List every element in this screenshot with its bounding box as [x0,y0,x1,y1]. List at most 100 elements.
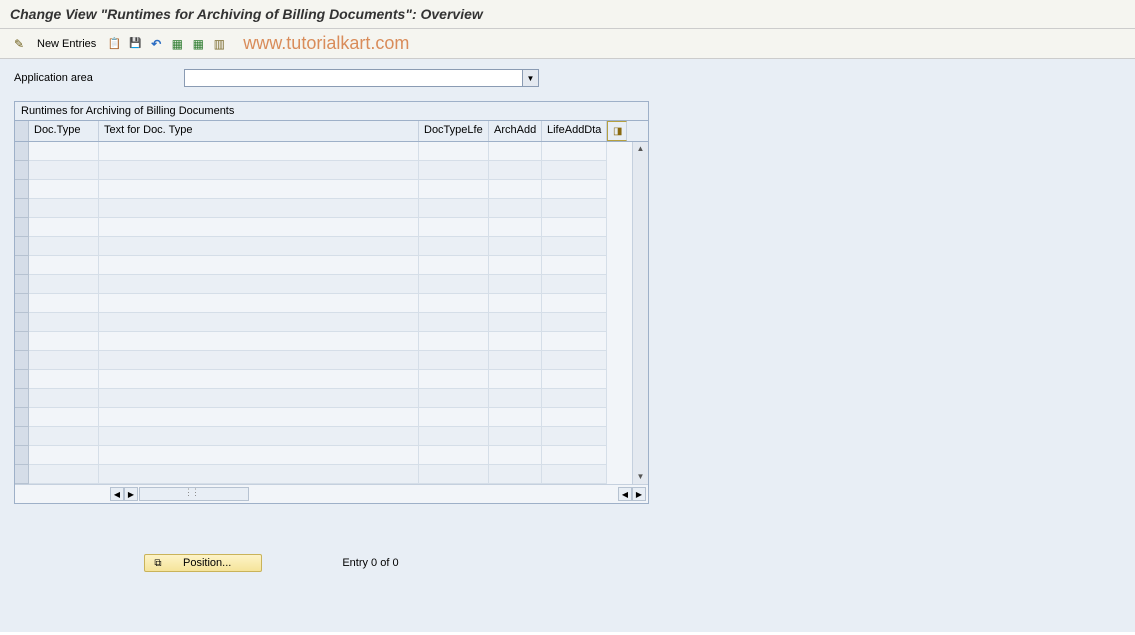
cell-archadd[interactable] [489,351,542,370]
scroll-thumb[interactable] [139,487,249,501]
col-archadd[interactable]: ArchAdd [489,121,542,141]
row-selector[interactable] [15,446,29,465]
cell-doctype[interactable] [29,199,99,218]
cell-doctype[interactable] [29,142,99,161]
cell-archadd[interactable] [489,465,542,484]
select-all-icon[interactable] [168,35,186,53]
cell-text[interactable] [99,465,419,484]
row-selector[interactable] [15,313,29,332]
col-doctype[interactable]: Doc.Type [29,121,99,141]
cell-archadd[interactable] [489,142,542,161]
cell-doctype[interactable] [29,389,99,408]
new-entries-button[interactable]: New Entries [31,36,102,52]
cell-doctypelfe[interactable] [419,161,489,180]
cell-archadd[interactable] [489,389,542,408]
cell-archadd[interactable] [489,427,542,446]
change-icon[interactable] [10,35,28,53]
cell-lifeadddta[interactable] [542,256,607,275]
table-row[interactable] [15,142,632,161]
row-selector[interactable] [15,218,29,237]
table-row[interactable] [15,275,632,294]
cell-lifeadddta[interactable] [542,408,607,427]
cell-doctype[interactable] [29,351,99,370]
save-icon[interactable] [126,35,144,53]
cell-text[interactable] [99,142,419,161]
table-row[interactable] [15,313,632,332]
select-block-icon[interactable] [189,35,207,53]
cell-doctypelfe[interactable] [419,351,489,370]
cell-lifeadddta[interactable] [542,446,607,465]
cell-archadd[interactable] [489,294,542,313]
cell-archadd[interactable] [489,256,542,275]
cell-archadd[interactable] [489,313,542,332]
cell-doctypelfe[interactable] [419,465,489,484]
cell-doctypelfe[interactable] [419,294,489,313]
col-doctypelfe[interactable]: DocTypeLfe [419,121,489,141]
row-selector[interactable] [15,294,29,313]
row-selector[interactable] [15,389,29,408]
cell-doctypelfe[interactable] [419,256,489,275]
undo-icon[interactable] [147,35,165,53]
cell-archadd[interactable] [489,199,542,218]
cell-lifeadddta[interactable] [542,370,607,389]
col-text[interactable]: Text for Doc. Type [99,121,419,141]
cell-archadd[interactable] [489,275,542,294]
cell-doctype[interactable] [29,180,99,199]
cell-lifeadddta[interactable] [542,465,607,484]
cell-archadd[interactable] [489,408,542,427]
cell-doctype[interactable] [29,237,99,256]
cell-text[interactable] [99,408,419,427]
table-row[interactable] [15,180,632,199]
cell-lifeadddta[interactable] [542,237,607,256]
scroll-left-icon[interactable]: ◀ [110,487,124,501]
row-selector[interactable] [15,199,29,218]
table-row[interactable] [15,427,632,446]
row-selector[interactable] [15,465,29,484]
cell-doctype[interactable] [29,256,99,275]
cell-lifeadddta[interactable] [542,161,607,180]
cell-doctypelfe[interactable] [419,370,489,389]
table-row[interactable] [15,465,632,484]
table-config-icon[interactable] [607,121,627,141]
scroll-left-end-icon[interactable]: ◀ [618,487,632,501]
cell-lifeadddta[interactable] [542,275,607,294]
cell-text[interactable] [99,389,419,408]
cell-archadd[interactable] [489,370,542,389]
deselect-all-icon[interactable] [210,35,228,53]
cell-doctypelfe[interactable] [419,427,489,446]
table-row[interactable] [15,256,632,275]
cell-doctypelfe[interactable] [419,180,489,199]
copy-icon[interactable] [105,35,123,53]
cell-text[interactable] [99,180,419,199]
vertical-scrollbar[interactable]: ▲ ▼ [632,142,648,484]
cell-text[interactable] [99,370,419,389]
row-selector[interactable] [15,161,29,180]
cell-archadd[interactable] [489,237,542,256]
cell-text[interactable] [99,332,419,351]
row-selector[interactable] [15,370,29,389]
cell-lifeadddta[interactable] [542,427,607,446]
cell-text[interactable] [99,237,419,256]
row-selector[interactable] [15,142,29,161]
cell-lifeadddta[interactable] [542,142,607,161]
cell-doctypelfe[interactable] [419,408,489,427]
row-selector[interactable] [15,408,29,427]
cell-doctypelfe[interactable] [419,332,489,351]
table-row[interactable] [15,389,632,408]
cell-doctypelfe[interactable] [419,446,489,465]
table-row[interactable] [15,408,632,427]
cell-lifeadddta[interactable] [542,313,607,332]
cell-archadd[interactable] [489,332,542,351]
table-row[interactable] [15,370,632,389]
row-selector[interactable] [15,180,29,199]
cell-doctype[interactable] [29,370,99,389]
cell-doctypelfe[interactable] [419,142,489,161]
cell-lifeadddta[interactable] [542,389,607,408]
col-lifeadddta[interactable]: LifeAddDta [542,121,607,141]
scroll-right-step-icon[interactable]: ▶ [124,487,138,501]
cell-doctype[interactable] [29,332,99,351]
scroll-up-icon[interactable]: ▲ [637,144,645,154]
cell-text[interactable] [99,199,419,218]
cell-archadd[interactable] [489,180,542,199]
cell-doctypelfe[interactable] [419,389,489,408]
